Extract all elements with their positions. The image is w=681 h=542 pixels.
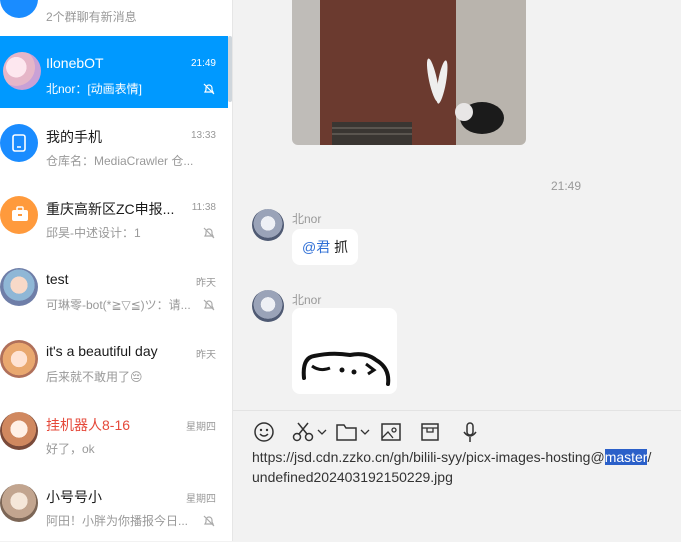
sender-avatar[interactable] — [252, 290, 284, 322]
chat-time: 星期四 — [186, 494, 216, 505]
group-notice-avatar — [0, 0, 38, 18]
chat-time: 21:49 — [190, 58, 216, 69]
chat-item-chongqing[interactable]: 重庆高新区ZC申报... 邱昊-中述设计：1 11:38 — [0, 180, 228, 252]
chat-name: 小号号小 — [46, 489, 102, 505]
chat-preview: 仓库名：MediaCrawler 仓... — [46, 154, 194, 168]
sender-name: 北nor — [292, 212, 322, 226]
chat-preview: 2个群聊有新消息 — [46, 10, 137, 24]
briefcase-icon — [12, 206, 28, 221]
chat-time: 13:33 — [190, 130, 216, 141]
chat-item-my-phone[interactable]: 我的手机 仓库名：MediaCrawler 仓... 13:33 — [0, 108, 228, 180]
chat-name: test — [46, 271, 69, 287]
avatar — [0, 484, 38, 522]
screenshot-image-icon[interactable] — [380, 421, 402, 443]
sender-avatar[interactable] — [252, 209, 284, 241]
mute-bell-icon — [203, 515, 215, 527]
chat-time: 昨天 — [196, 350, 216, 361]
message-input-field[interactable]: https://jsd.cdn.zzko.cn/gh/bilili-syy/pi… — [252, 447, 652, 487]
mention[interactable]: @君 — [302, 239, 330, 255]
phone-icon — [12, 134, 26, 152]
chat-time: 昨天 — [196, 278, 216, 289]
avatar — [0, 124, 38, 162]
chat-preview: 北nor：[动画表情] — [46, 82, 143, 96]
box-icon[interactable] — [419, 421, 441, 443]
chat-item-xiaohao[interactable]: 小号号小 阿田！小胖为你播报今日... 星期四 — [0, 468, 228, 540]
chat-name: 挂机器人8-16 — [46, 417, 131, 433]
message-input-area[interactable]: https://jsd.cdn.zzko.cn/gh/bilili-syy/pi… — [233, 410, 681, 542]
folder-icon[interactable] — [335, 421, 371, 443]
chat-preview: 可琳零-bot(*≧▽≦)ツ：请... — [46, 298, 191, 312]
sender-name: 北nor — [292, 293, 322, 307]
chat-item-bot-group[interactable]: 挂机器人8-16 好了，ok 星期四 — [0, 396, 228, 468]
chat-name: it's a beautiful day — [46, 343, 158, 359]
avatar — [0, 268, 38, 306]
mute-bell-icon — [203, 299, 215, 311]
rabbit-photo-message[interactable] — [292, 0, 526, 145]
avatar — [0, 340, 38, 378]
chat-name: 重庆高新区ZC申报... — [46, 201, 175, 217]
chat-time: 11:38 — [191, 202, 216, 213]
mute-bell-icon — [203, 83, 215, 95]
chat-name: 我的手机 — [46, 129, 102, 145]
chat-preview: 邱昊-中述设计：1 — [46, 226, 141, 240]
avatar — [0, 196, 38, 234]
message-bubble[interactable]: @君 抓 — [292, 229, 359, 265]
input-text-before: https://jsd.cdn.zzko.cn/gh/bilili-syy/pi… — [252, 449, 605, 465]
mute-bell-icon — [203, 227, 215, 239]
chat-time: 星期四 — [186, 422, 216, 433]
chat-item-test[interactable]: test 可琳零-bot(*≧▽≦)ツ：请... 昨天 — [0, 252, 228, 324]
chat-preview: 阿田！小胖为你播报今日... — [46, 514, 189, 528]
message-timestamp: 21:49 — [551, 179, 582, 193]
scissors-icon[interactable] — [292, 421, 328, 443]
chat-preview: 后来就不敢用了😔 — [46, 370, 143, 384]
chat-preview: 好了，ok — [46, 442, 95, 456]
chat-name: IlonebOT — [46, 55, 104, 71]
chat-item-group-notice[interactable]: 2个群聊有新消息 — [0, 0, 228, 36]
sidebar-scrollbar[interactable] — [228, 36, 232, 102]
chat-item-beautiful-day[interactable]: it's a beautiful day 后来就不敢用了😔 昨天 — [0, 324, 228, 396]
emoji-icon[interactable] — [253, 421, 275, 443]
avatar — [3, 52, 41, 90]
microphone-icon[interactable] — [459, 421, 481, 443]
chat-list-sidebar: 2个群聊有新消息 IlonebOT 北nor：[动画表情] 21:49 我的手机… — [0, 0, 233, 541]
input-text-selection: master — [604, 449, 648, 465]
avatar — [0, 412, 38, 450]
sticker-message[interactable] — [292, 308, 397, 394]
message-text: 抓 — [330, 239, 349, 255]
chat-item-ilonebot[interactable]: IlonebOT 北nor：[动画表情] 21:49 — [0, 36, 228, 108]
